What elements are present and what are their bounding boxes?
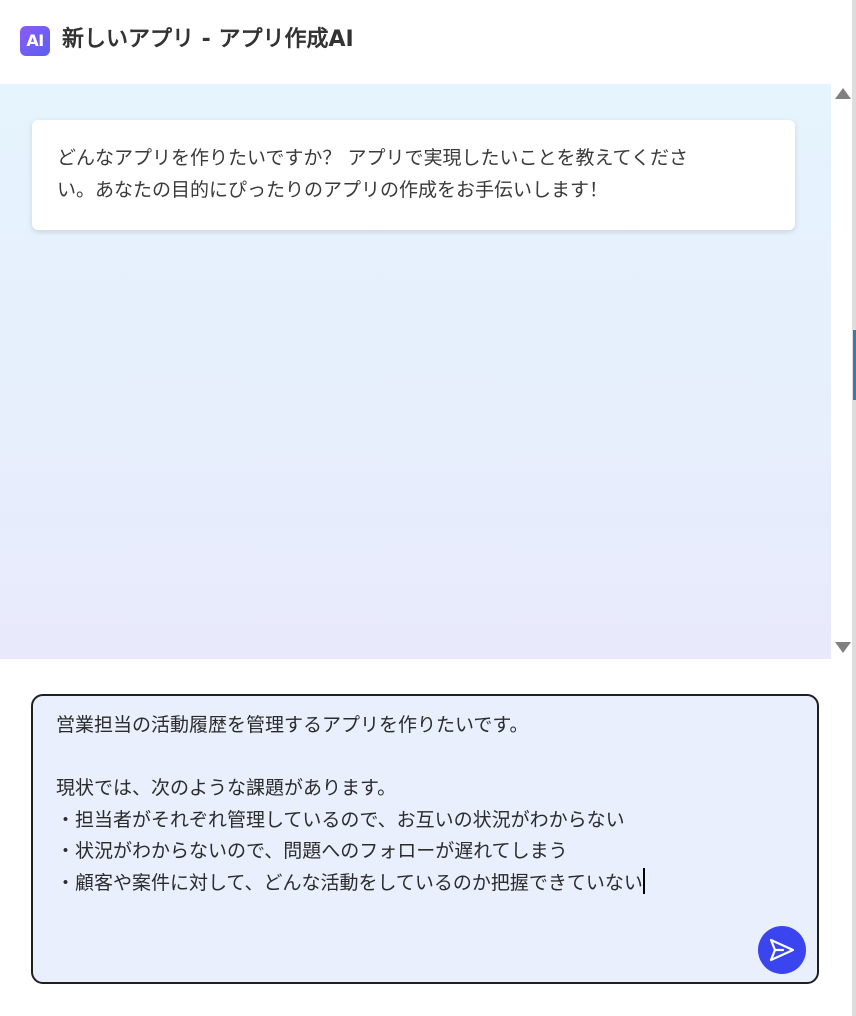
- assistant-message-bubble: どんなアプリを作りたいですか？ アプリで実現したいことを教えてくださ い。あなた…: [32, 120, 795, 230]
- text-caret: [642, 867, 645, 894]
- ai-logo-icon: AI: [20, 26, 50, 56]
- assistant-message-line: どんなアプリを作りたいですか？ アプリで実現したいことを教えてくださ: [57, 147, 688, 169]
- input-line: ​: [56, 742, 776, 774]
- page-title: 新しいアプリ - アプリ作成AI: [62, 27, 354, 52]
- input-line-last: ・顧客や案件に対して、どんな活動をしているのか把握できていない: [56, 867, 776, 900]
- input-line: ・顧客や案件に対して、どんな活動をしているのか把握できていない: [56, 871, 643, 894]
- app-header: AI 新しいアプリ - アプリ作成AI: [0, 0, 856, 84]
- scroll-down-arrow-icon[interactable]: [835, 642, 851, 653]
- input-line: 現状では、次のような課題があります。: [56, 777, 397, 799]
- message-input-text[interactable]: 営業担当の活動履歴を管理するアプリを作りたいです。 ​ 現状では、次のような課題があ…: [56, 710, 776, 899]
- input-line: ・担当者がそれぞれ管理しているので、お互いの状況がわからない: [56, 808, 625, 831]
- scroll-up-arrow-icon[interactable]: [835, 88, 851, 99]
- message-input-field[interactable]: 営業担当の活動履歴を管理するアプリを作りたいです。 ​ 現状では、次のような課題があ…: [31, 694, 819, 984]
- send-button[interactable]: [758, 926, 806, 974]
- assistant-message-line: い。あなたの目的にぴったりのアプリの作成をお手伝いします！: [57, 179, 609, 201]
- window-edge: [852, 0, 856, 1016]
- input-line: 営業担当の活動履歴を管理するアプリを作りたいです。: [56, 714, 529, 736]
- chat-history[interactable]: どんなアプリを作りたいですか？ アプリで実現したいことを教えてくださ い。あなた…: [0, 84, 831, 659]
- send-arrow-icon: [769, 938, 795, 962]
- input-line: ・状況がわからないので、問題へのフォローが遅れてしまう: [56, 840, 568, 862]
